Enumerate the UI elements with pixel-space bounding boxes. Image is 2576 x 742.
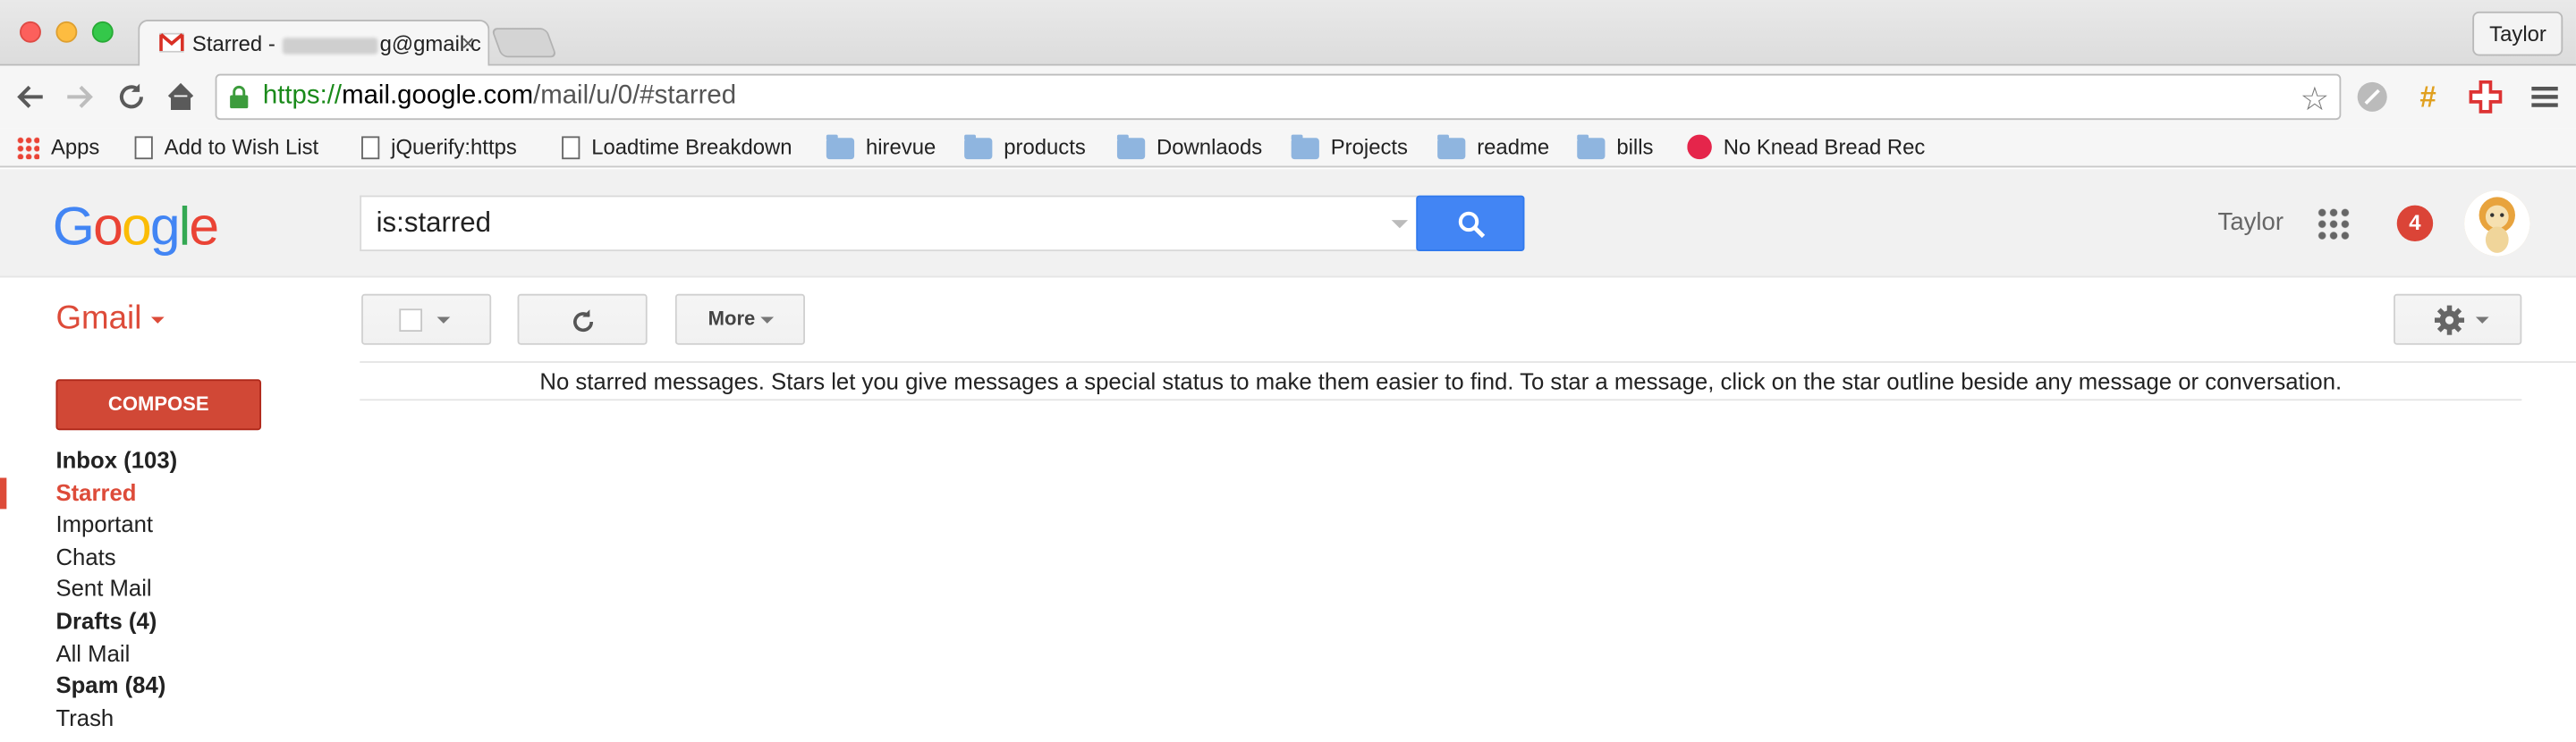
sidebar-nav: Inbox (103) Starred Important Chats Sent… [0, 445, 328, 735]
sidebar-item-spam[interactable]: Spam (84) [0, 670, 328, 703]
gmail-header: Google is:starred Taylor 4 [0, 169, 2576, 278]
browser-tab-starred[interactable]: Starred - g@gmail.c × [138, 20, 490, 68]
page-icon [134, 136, 153, 160]
sidebar-item-chats[interactable]: Chats [0, 542, 328, 574]
sidebar-item-starred[interactable]: Starred [0, 476, 328, 510]
more-label: More [708, 307, 756, 331]
folder-icon [826, 134, 855, 160]
extension-gray-compass-icon[interactable] [2354, 79, 2390, 114]
gmail-favicon-icon [159, 32, 184, 53]
new-tab-button[interactable] [490, 28, 558, 58]
bookmark-folder-downlaods[interactable]: Downlaods [1116, 131, 1262, 164]
search-input[interactable]: is:starred [360, 195, 1419, 252]
bookmark-add-to-wish-list[interactable]: Add to Wish List [134, 131, 318, 164]
tab-title: Starred - g@gmail.c [191, 30, 481, 56]
gear-icon [2434, 305, 2465, 335]
settings-button[interactable] [2394, 293, 2522, 345]
chrome-menu-icon[interactable] [2527, 79, 2563, 114]
sidebar-item-sent-mail[interactable]: Sent Mail [0, 574, 328, 606]
sidebar-item-important[interactable]: Important [0, 510, 328, 542]
account-name[interactable]: Taylor [2218, 208, 2284, 236]
search-options-caret-icon[interactable] [1391, 220, 1409, 229]
folder-icon [1577, 134, 1606, 160]
search-icon [1458, 211, 1486, 239]
home-icon[interactable] [165, 80, 198, 114]
address-bar[interactable]: https://mail.google.com/mail/u/0/#starre… [215, 73, 2342, 121]
bookmarks-bar: Apps Add to Wish List jQuerify:https Loa… [0, 128, 2576, 168]
empty-starred-message: No starred messages. Stars let you give … [539, 367, 2343, 394]
refresh-icon [573, 309, 594, 333]
folder-icon [964, 134, 993, 160]
select-checkbox-button[interactable] [361, 293, 492, 345]
notifications-badge[interactable]: 4 [2396, 205, 2434, 241]
refresh-button[interactable] [517, 293, 648, 345]
folder-icon [1437, 134, 1466, 160]
page-icon [562, 136, 580, 160]
bookmark-folder-readme[interactable]: readme [1437, 131, 1549, 164]
bookmark-folder-projects[interactable]: Projects [1291, 131, 1408, 164]
bookmark-apps[interactable]: Apps [16, 131, 99, 164]
folder-icon [1116, 134, 1146, 160]
more-button[interactable]: More [674, 293, 805, 345]
bookmark-folder-products[interactable]: products [964, 131, 1086, 164]
bookmark-jquerify[interactable]: jQuerify:https [361, 131, 517, 164]
avatar[interactable] [2464, 190, 2530, 257]
bookmark-loadtime-breakdown[interactable]: Loadtime Breakdown [562, 131, 792, 164]
url-text: https://mail.google.com/mail/u/0/#starre… [262, 81, 737, 111]
chevron-down-icon [151, 316, 165, 324]
search-query-text: is:starred [376, 207, 492, 239]
window-close-button[interactable] [20, 21, 41, 43]
site-icon [1687, 134, 1712, 160]
chevron-down-icon [436, 316, 451, 324]
chevron-down-icon [2475, 316, 2489, 324]
compose-button[interactable]: COMPOSE [55, 379, 262, 431]
tab-close-icon[interactable]: × [462, 30, 475, 55]
search-button[interactable] [1416, 195, 1525, 252]
google-apps-icon[interactable] [2316, 207, 2350, 240]
sidebar-item-inbox[interactable]: Inbox (103) [0, 445, 328, 477]
forward-arrow-icon[interactable] [63, 80, 96, 114]
window-minimize-button[interactable] [55, 21, 78, 43]
secure-lock-icon [230, 85, 249, 109]
chevron-down-icon [760, 316, 775, 324]
bookmark-folder-bills[interactable]: bills [1577, 131, 1653, 164]
sidebar-item-drafts[interactable]: Drafts (4) [0, 606, 328, 638]
gmail-menu[interactable]: Gmail [55, 300, 165, 338]
bookmark-folder-hirevue[interactable]: hirevue [826, 131, 936, 164]
select-all-checkbox[interactable] [399, 308, 423, 333]
bookmark-no-knead-bread[interactable]: No Knead Bread Rec [1687, 131, 1927, 164]
window-maximize-button[interactable] [91, 21, 114, 43]
apps-grid-icon [16, 136, 40, 160]
browser-toolbar: https://mail.google.com/mail/u/0/#starre… [0, 65, 2576, 129]
extension-hash-icon[interactable]: # [2410, 79, 2445, 114]
back-arrow-icon[interactable] [15, 80, 48, 114]
google-logo[interactable]: Google [53, 196, 219, 258]
page-icon [361, 136, 380, 160]
folder-icon [1291, 134, 1319, 160]
message-divider [360, 399, 2522, 401]
browser-title-bar: Starred - g@gmail.c × Taylor [0, 0, 2576, 68]
sidebar-item-all-mail[interactable]: All Mail [0, 638, 328, 670]
profile-button[interactable]: Taylor [2472, 11, 2563, 56]
redacted-email-blur [283, 37, 378, 54]
toolbar-divider [360, 361, 2576, 363]
extension-red-cross-icon[interactable] [2468, 79, 2504, 114]
reload-icon[interactable] [115, 80, 148, 114]
sidebar-item-trash[interactable]: Trash [0, 703, 328, 735]
bookmark-star-icon[interactable]: ☆ [2300, 79, 2329, 120]
